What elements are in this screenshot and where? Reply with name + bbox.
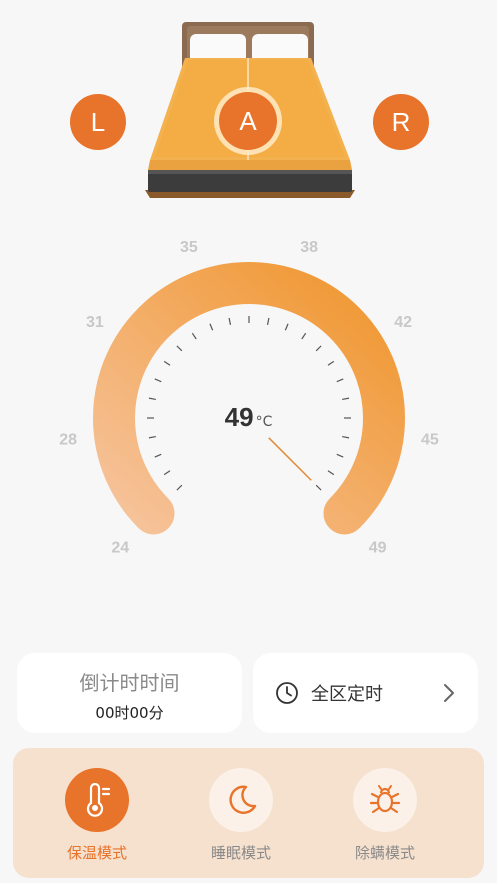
gauge-tick-label: 31 <box>86 314 104 331</box>
gauge-tick <box>315 345 322 352</box>
mode-keep-warm[interactable]: 保温模式 <box>47 768 147 863</box>
zone-left-button[interactable]: L <box>70 94 126 150</box>
gauge-tick <box>154 378 162 383</box>
mode-bar: 保温模式 睡眠模式 除螨模式 <box>13 748 484 878</box>
gauge-tick-label: 38 <box>300 240 318 256</box>
countdown-label: 倒计时时间 <box>79 671 180 695</box>
gauge-tick-label: 35 <box>180 240 198 256</box>
mode-anti-mite-label: 除螨模式 <box>354 844 415 862</box>
gauge-tick-label: 49 <box>369 540 387 557</box>
gauge-tick <box>191 332 197 340</box>
gauge-tick-label: 28 <box>59 431 77 448</box>
gauge-needle <box>268 437 312 481</box>
thermometer-icon <box>86 783 111 817</box>
mode-sleep-label: 睡眠模式 <box>210 844 271 862</box>
gauge-tick-label: 45 <box>421 431 439 448</box>
zone-left-label: L <box>90 106 106 137</box>
bug-icon <box>369 785 401 814</box>
zone-all-label: A <box>239 105 257 136</box>
temperature-unit: °C <box>255 414 273 430</box>
temperature-readout: 49 °C <box>0 402 497 433</box>
gauge-tick <box>342 435 350 439</box>
zone-all-button[interactable]: A <box>219 92 277 150</box>
mode-anti-mite[interactable]: 除螨模式 <box>335 768 435 863</box>
mode-anti-mite-circle[interactable] <box>353 768 417 832</box>
mode-keep-warm-circle[interactable] <box>65 768 129 832</box>
mode-keep-warm-label: 保温模式 <box>66 844 127 862</box>
clock-icon <box>276 682 298 704</box>
gauge-tick <box>342 397 350 401</box>
timer-label: 全区定时 <box>311 684 383 705</box>
gauge-tick-label: 24 <box>111 540 129 557</box>
gauge-tick <box>154 453 162 458</box>
gauge-tick <box>148 397 156 401</box>
gauge-tick <box>266 317 270 325</box>
gauge-tick <box>327 360 335 366</box>
moon-icon <box>229 785 257 814</box>
countdown-card[interactable]: 倒计时时间 00时00分 <box>17 653 242 733</box>
gauge-tick <box>284 323 289 331</box>
gauge-tick <box>163 360 171 366</box>
gauge-tick <box>327 470 335 476</box>
mode-sleep[interactable]: 睡眠模式 <box>191 768 291 863</box>
gauge-tick <box>301 332 307 340</box>
countdown-value: 00时00分 <box>95 704 164 722</box>
gauge-tick <box>176 484 183 491</box>
chevron-right-icon <box>444 684 454 702</box>
gauge-tick <box>336 378 344 383</box>
zone-right-label: R <box>391 106 411 137</box>
gauge-tick <box>336 453 344 458</box>
gauge-tick <box>228 317 232 325</box>
gauge-tick <box>209 323 214 331</box>
gauge-tick-label: 42 <box>394 314 412 331</box>
zone-right-button[interactable]: R <box>373 94 429 150</box>
gauge-tick <box>163 470 171 476</box>
gauge-tick <box>148 435 156 439</box>
gauge-tick <box>176 345 183 352</box>
temperature-value: 49 <box>224 402 254 432</box>
gauge-tick <box>315 484 322 491</box>
all-zone-timer-button[interactable]: 全区定时 <box>253 653 478 733</box>
mode-sleep-circle[interactable] <box>209 768 273 832</box>
